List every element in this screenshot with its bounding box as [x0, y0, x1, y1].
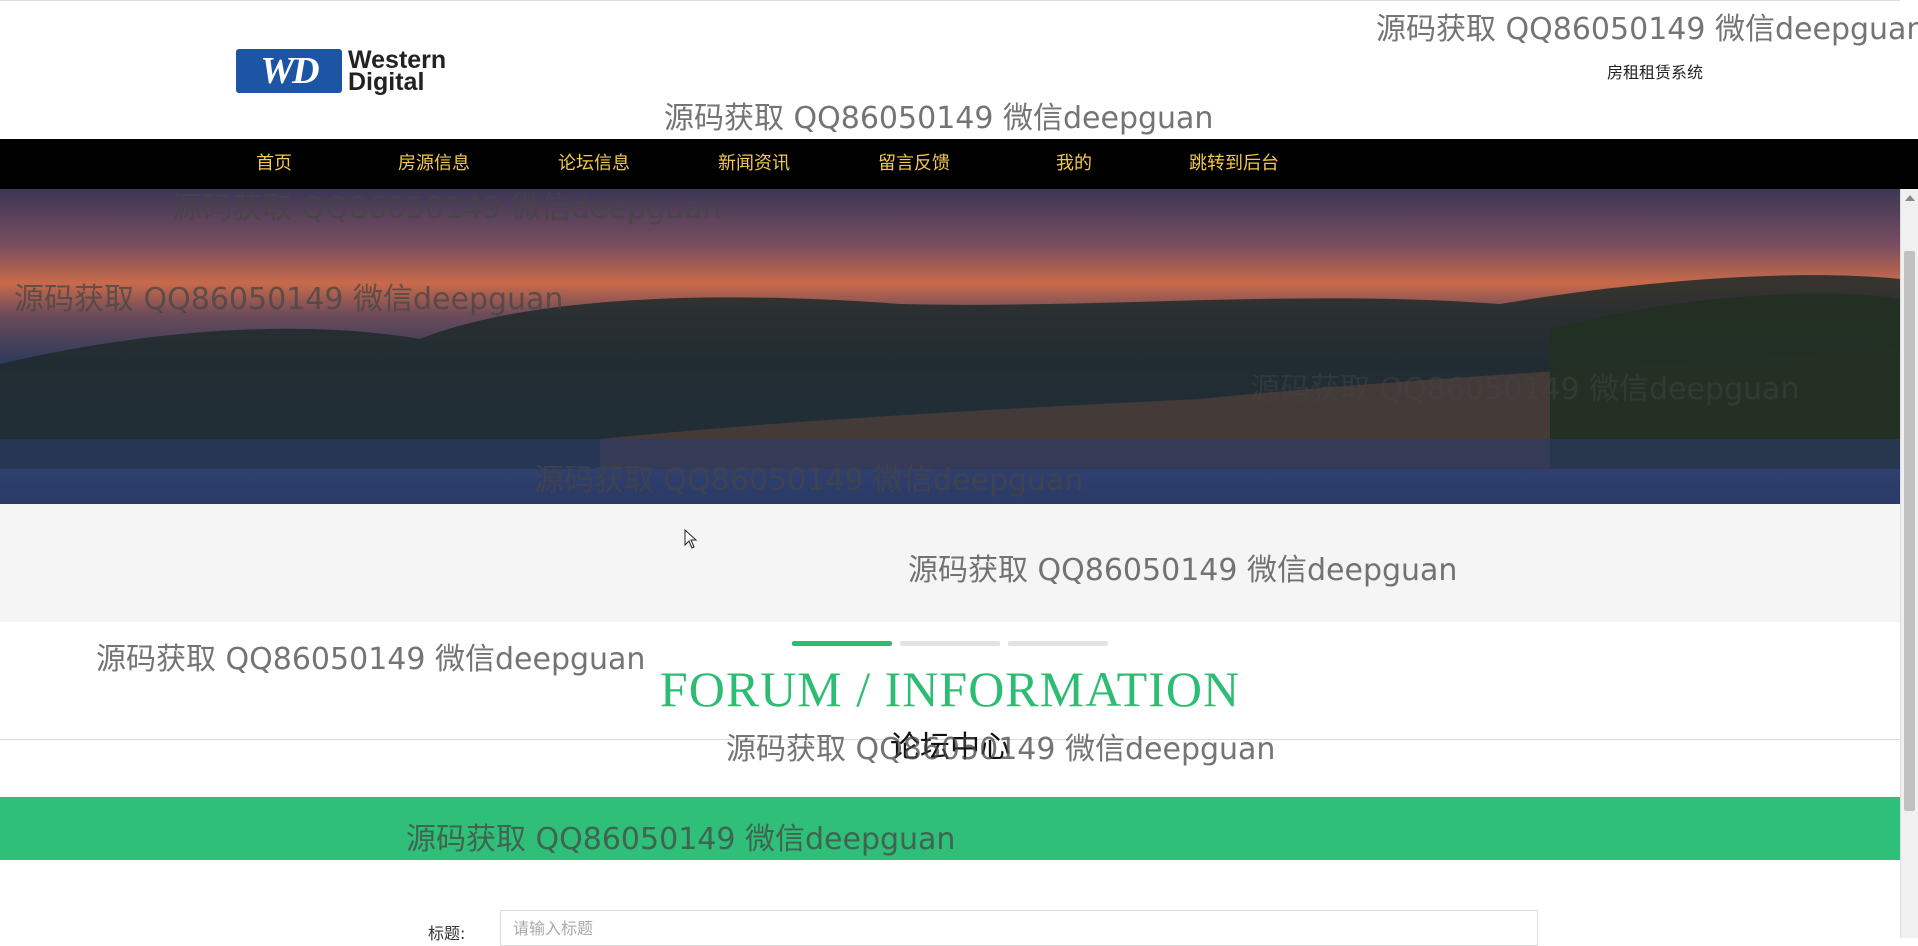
coastline-illustration — [0, 275, 1900, 469]
nav-item-admin[interactable]: 跳转到后台 — [1178, 139, 1290, 189]
indicator-bar — [900, 641, 1000, 646]
title-input[interactable] — [500, 910, 1538, 946]
nav-item-home[interactable]: 首页 — [232, 139, 316, 189]
title-label: 标题: — [428, 924, 466, 943]
mouse-cursor-icon — [684, 529, 698, 549]
site-header: WD Western Digital 房租租赁系统 — [0, 0, 1900, 139]
wd-logo-mark: WD — [236, 49, 342, 93]
scrollbar-thumb[interactable] — [1904, 251, 1915, 811]
western-digital-logo[interactable]: WD Western Digital — [236, 48, 471, 96]
banner-image[interactable] — [0, 189, 1900, 504]
content-strip — [0, 504, 1900, 622]
logo-text-line2: Digital — [348, 68, 425, 96]
nav-item-listings[interactable]: 房源信息 — [388, 139, 480, 189]
nav-item-feedback[interactable]: 留言反馈 — [868, 139, 960, 189]
indicator-bar — [1008, 641, 1108, 646]
page-scrollbar[interactable] — [1900, 189, 1918, 938]
logo-text: Western Digital — [348, 48, 446, 96]
nav-item-news[interactable]: 新闻资讯 — [708, 139, 800, 189]
nav-item-mine[interactable]: 我的 — [1036, 139, 1112, 189]
nav-item-forum[interactable]: 论坛信息 — [548, 139, 640, 189]
forum-header-bar — [0, 797, 1900, 860]
section-title: FORUM / INFORMATION — [659, 661, 1241, 717]
scroll-up-arrow-icon[interactable] — [1905, 195, 1915, 201]
system-name: 房租租赁系统 — [1607, 63, 1704, 82]
section-subtitle: 论坛中心 — [890, 730, 1010, 765]
indicator-bar-active — [792, 641, 892, 646]
main-nav: 首页 房源信息 论坛信息 新闻资讯 留言反馈 我的 跳转到后台 — [0, 139, 1918, 189]
